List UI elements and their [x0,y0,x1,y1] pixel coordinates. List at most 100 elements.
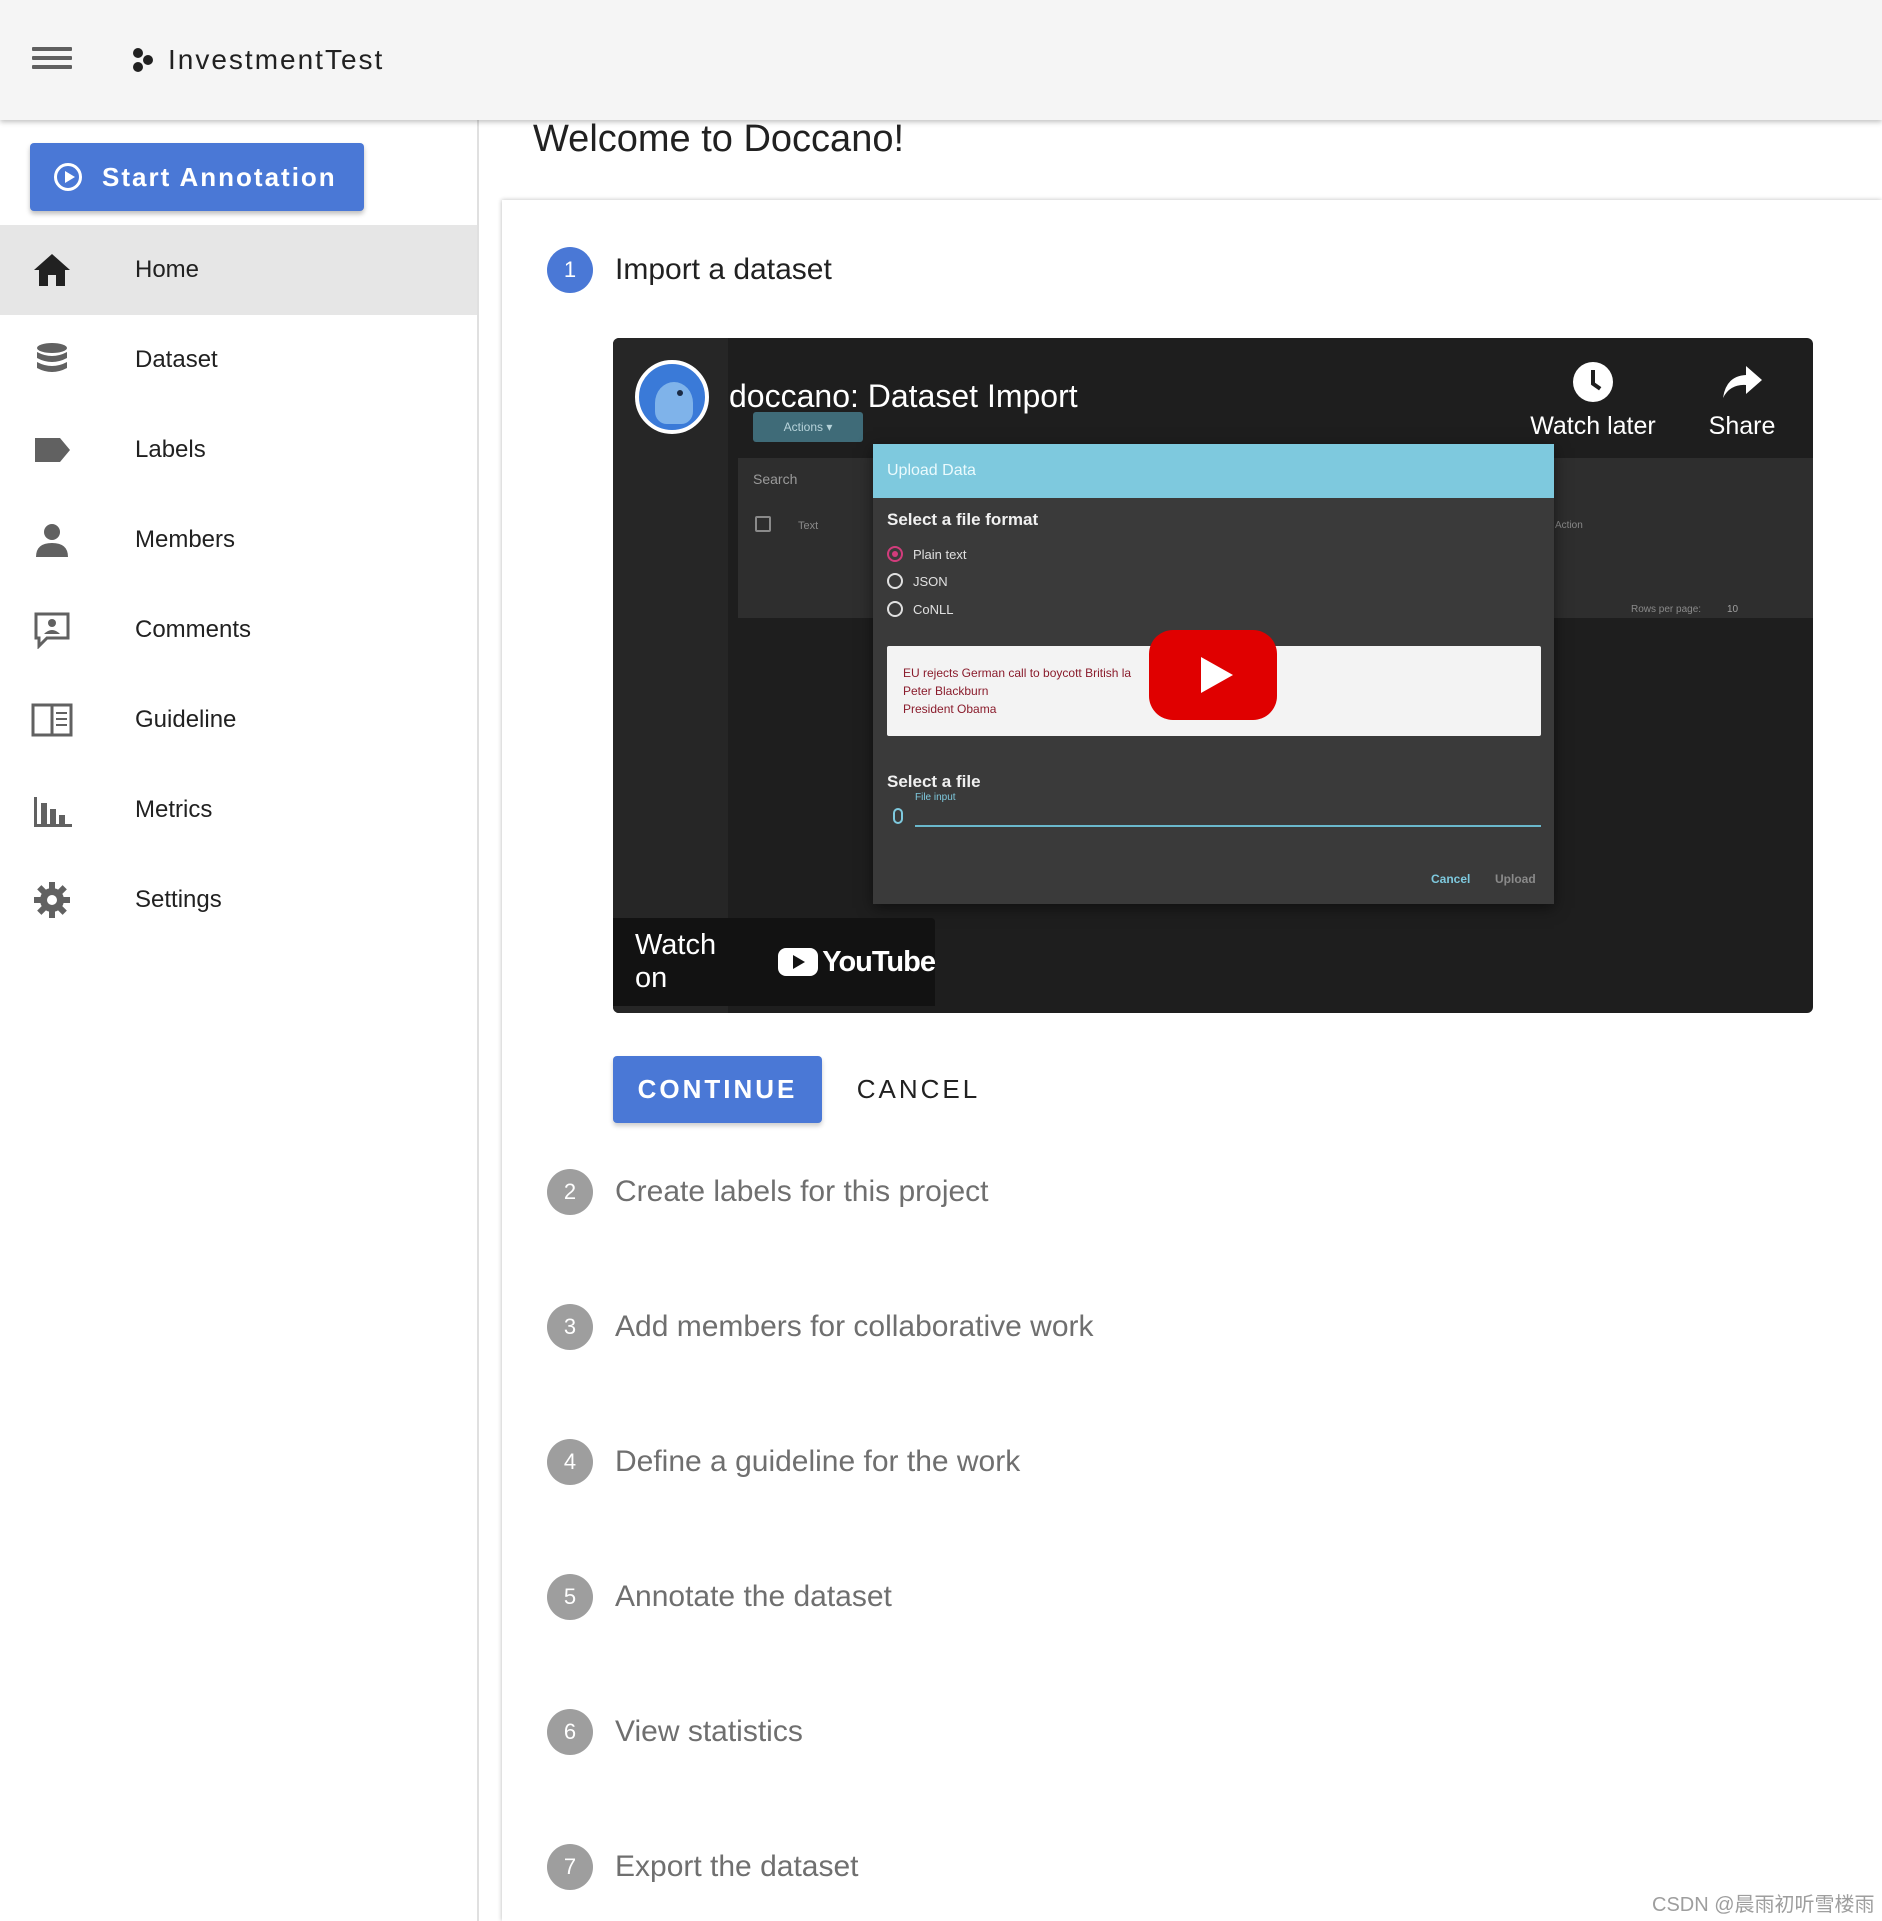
video-title[interactable]: doccano: Dataset Import [729,378,1078,415]
radio-icon [887,601,903,617]
gear-icon [30,878,74,922]
watch-later-button[interactable]: Watch later [1518,362,1668,441]
video-actions-button: Actions ▾ [753,412,863,442]
sidebar-item-label: Metrics [135,796,213,823]
comment-icon [30,608,74,652]
sidebar-nav: Home Dataset Labels Members Comments Gui… [0,225,477,945]
sidebar-item-label: Labels [135,436,206,463]
cancel-button[interactable]: CANCEL [846,1056,991,1123]
step-6[interactable]: 6 View statistics [547,1709,803,1755]
seal-icon [655,382,693,424]
video-file-input-line [915,825,1541,827]
sidebar-item-label: Settings [135,886,222,913]
video-action-column: Action [1555,520,1583,531]
person-icon [30,518,74,562]
step-number: 1 [547,247,593,293]
step-number: 4 [547,1439,593,1485]
sidebar-item-guideline[interactable]: Guideline [0,675,477,765]
step-1[interactable]: 1 Import a dataset [547,247,832,293]
step-number: 5 [547,1574,593,1620]
step-number: 2 [547,1169,593,1215]
youtube-wordmark: YouTube [822,945,936,978]
project-name: InvestmentTest [168,44,385,75]
step-label: Export the dataset [615,1850,859,1883]
channel-avatar[interactable] [635,360,709,434]
video-checkbox [755,516,771,532]
menu-icon[interactable] [30,42,74,78]
bar-chart-icon [30,788,74,832]
video-text-column: Text [798,520,819,532]
step-label: Add members for collaborative work [615,1310,1094,1343]
play-circle-icon [54,163,82,191]
sidebar-item-label: Members [135,526,236,553]
video-rows-per-page: Rows per page: [1631,604,1702,615]
step-2[interactable]: 2 Create labels for this project [547,1169,989,1215]
sidebar-item-label: Home [135,256,200,283]
video-search: Search [753,471,798,487]
step-label: Create labels for this project [615,1175,989,1208]
sidebar-item-labels[interactable]: Labels [0,405,477,495]
share-label: Share [1708,412,1776,440]
clock-icon [1573,362,1613,402]
video-app-sidebar [613,338,728,1013]
radio-selected-icon [887,546,903,562]
step-number: 7 [547,1844,593,1890]
video-radio-conll: CoNLL [887,601,953,617]
video-rows-value: 10 [1727,604,1739,615]
youtube-play-button[interactable] [1149,630,1277,720]
step-label: Import a dataset [615,253,832,286]
database-icon [30,338,74,382]
share-button[interactable]: Share [1667,362,1813,441]
video-radio-json: JSON [887,573,948,589]
radio-icon [887,573,903,589]
step-4[interactable]: 4 Define a guideline for the work [547,1439,1020,1485]
video-file-input-label: File input [915,792,956,803]
video-select-file: Select a file [887,772,981,791]
video-radio-plain: Plain text [887,546,966,562]
watch-on-youtube-button[interactable]: Watch on YouTube [613,918,936,1006]
start-annotation-button[interactable]: Start Annotation [30,143,364,211]
watch-on-label: Watch on [635,929,717,994]
app-bar: InvestmentTest [0,0,1882,120]
label-icon [30,428,74,472]
sidebar-item-comments[interactable]: Comments [0,585,477,675]
video-dialog-title: Upload Data [873,444,1554,498]
home-icon [30,248,74,292]
sidebar-item-label: Guideline [135,706,237,733]
step-label: View statistics [615,1715,803,1748]
sidebar-item-home[interactable]: Home [0,225,477,315]
project-logo-icon [133,48,153,72]
book-icon [30,698,74,742]
start-annotation-label: Start Annotation [102,161,337,192]
share-icon [1720,362,1764,402]
brand[interactable]: InvestmentTest [130,44,384,76]
video-select-format: Select a file format [887,510,1039,529]
video-player[interactable]: Actions ▾ Search Text Action Rows per pa… [613,338,1813,1013]
sidebar-item-dataset[interactable]: Dataset [0,315,477,405]
paperclip-icon [893,808,903,824]
step-label: Annotate the dataset [615,1580,892,1613]
step-7[interactable]: 7 Export the dataset [547,1844,859,1890]
continue-button[interactable]: CONTINUE [613,1056,822,1123]
step-3[interactable]: 3 Add members for collaborative work [547,1304,1094,1350]
watch-later-label: Watch later [1530,412,1656,440]
sidebar-item-members[interactable]: Members [0,495,477,585]
step-number: 6 [547,1709,593,1755]
page-title: Welcome to Doccano! [533,118,905,160]
sidebar-item-metrics[interactable]: Metrics [0,765,477,855]
video-radio-label: JSON [913,573,948,589]
step-number: 3 [547,1304,593,1350]
youtube-play-icon [778,948,819,976]
video-radio-label: CoNLL [913,601,954,617]
video-radio-label: Plain text [913,546,967,562]
sidebar-item-settings[interactable]: Settings [0,855,477,945]
sidebar-item-label: Comments [135,616,252,643]
sidebar: Start Annotation Home Dataset Labels Mem… [0,120,479,1921]
step-label: Define a guideline for the work [615,1445,1021,1478]
step-5[interactable]: 5 Annotate the dataset [547,1574,892,1620]
video-cancel: Cancel [1431,872,1471,886]
video-upload: Upload [1495,872,1536,886]
youtube-logo-icon: YouTube [778,945,936,979]
watermark: CSDN @晨雨初听雪楼雨 [1652,1894,1875,1916]
sidebar-item-label: Dataset [135,346,218,373]
